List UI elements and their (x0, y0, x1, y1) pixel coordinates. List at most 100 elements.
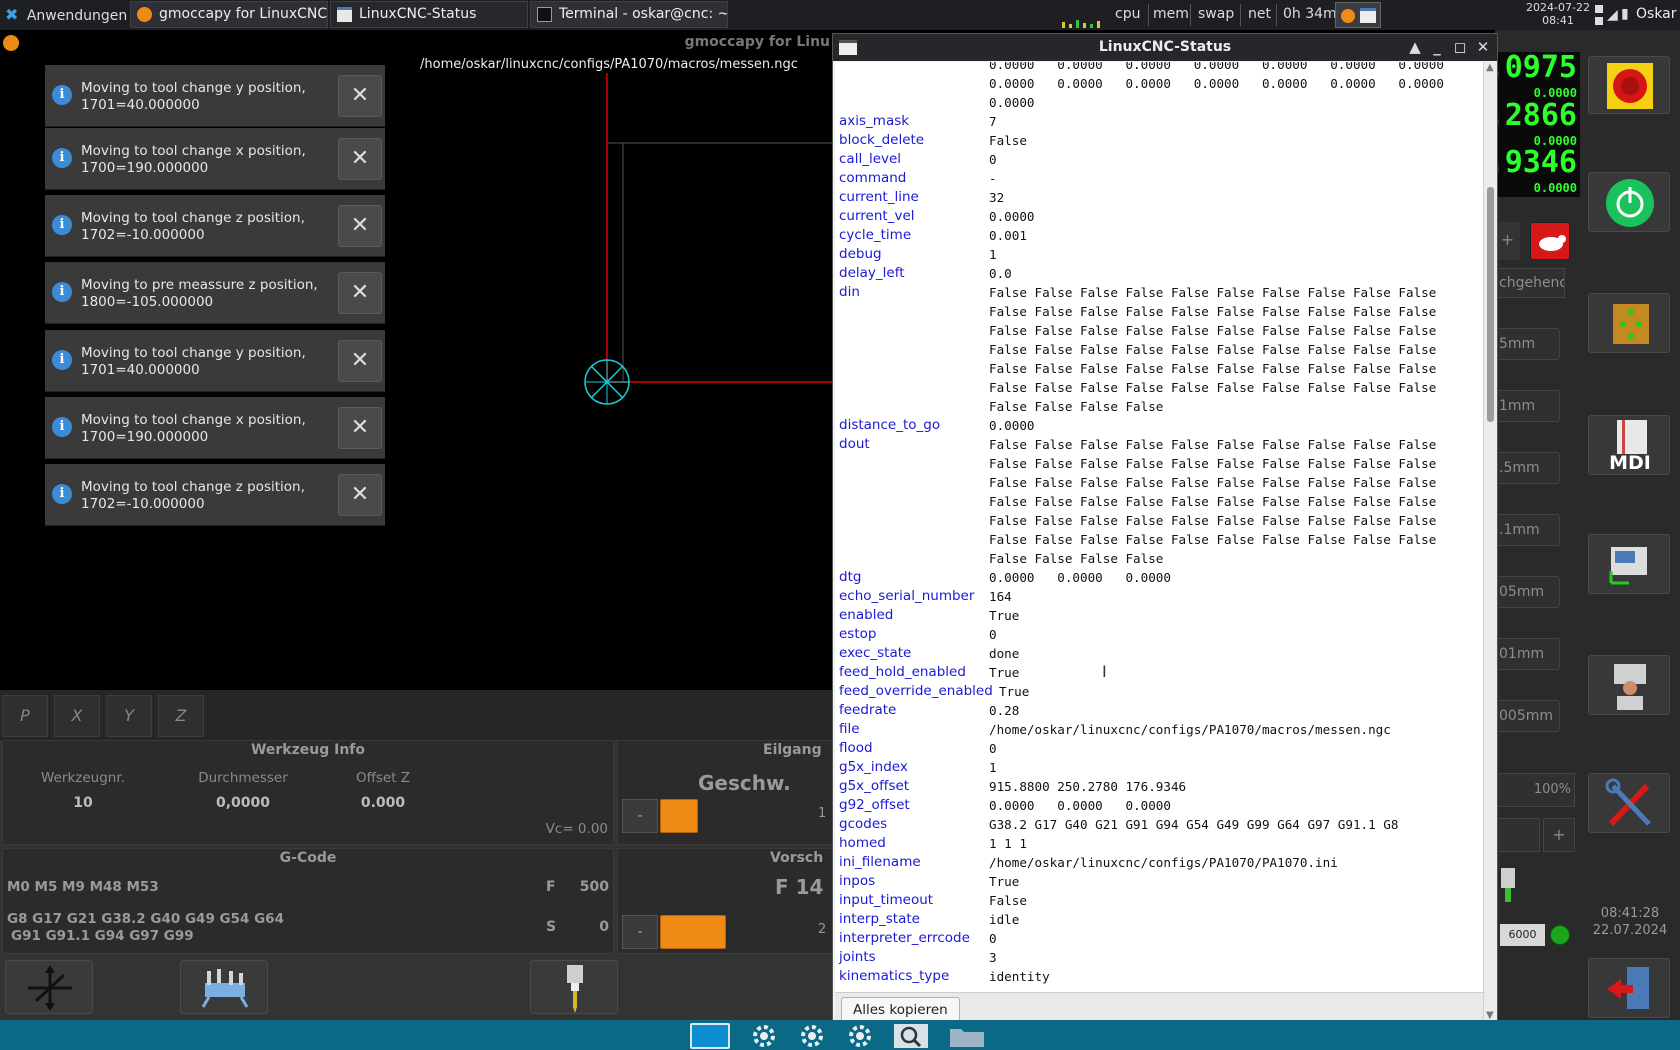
feed-minus-button[interactable]: - (622, 915, 658, 949)
status-key: current_line (839, 189, 919, 205)
scrollbar-thumb[interactable] (1487, 187, 1494, 422)
increment-0005mm-button[interactable]: 005mm (1495, 700, 1560, 732)
applications-menu[interactable]: ✖ Anwendungen (5, 0, 127, 30)
auto-mode-button[interactable] (1588, 534, 1670, 594)
separator (1190, 4, 1191, 26)
task-terminal[interactable]: Terminal - oskar@cnc: ~ (530, 1, 728, 28)
status-key: debug (839, 246, 882, 262)
machine-clock: 08:41:28 22.07.2024 (1580, 905, 1680, 939)
mem-monitor[interactable]: mem (1153, 0, 1189, 30)
top-panel: ✖ Anwendungen gmoccapy for LinuxCNC... L… (0, 0, 1680, 30)
spindle-override-input[interactable] (1495, 818, 1540, 852)
status-key: gcodes (839, 816, 888, 832)
estop-button[interactable] (1588, 56, 1670, 114)
minimize-icon[interactable]: _ (1427, 37, 1447, 57)
power-button[interactable] (1588, 172, 1670, 232)
tool-table-button[interactable] (180, 960, 268, 1014)
status-row: interpreter_errcode 0 (839, 929, 1479, 948)
view-p-button[interactable]: P (2, 695, 48, 737)
status-value: False (989, 133, 1027, 148)
jog-button[interactable] (5, 960, 93, 1014)
turtle-button[interactable] (1530, 222, 1570, 260)
rapid-slider-handle[interactable] (660, 799, 698, 833)
increment-05mm-button[interactable]: .5mm (1495, 452, 1560, 484)
spindle-label: S (546, 919, 557, 935)
cpu-monitor[interactable]: cpu (1115, 0, 1140, 30)
maximize-icon[interactable]: ◻ (1450, 37, 1470, 57)
gear-icon[interactable] (793, 1023, 831, 1049)
tray-icon[interactable] (1595, 17, 1603, 25)
task-gmoccapy[interactable]: gmoccapy for LinuxCNC... (130, 1, 328, 28)
status-value: - (989, 171, 997, 186)
increment-001mm-button[interactable]: 01mm (1495, 638, 1560, 670)
clock[interactable]: 2024-07-22 08:41 (1525, 1, 1591, 27)
gear-icon[interactable] (841, 1023, 879, 1049)
status-value: 0.0000 0.0000 0.0000 (989, 798, 1171, 813)
status-list[interactable]: 0.0000 0.0000 0.0000 0.0000 0.0000 0.000… (835, 62, 1483, 1025)
spindle-button[interactable] (530, 960, 618, 1014)
shade-icon[interactable]: ▲ (1405, 37, 1425, 57)
view-x-button[interactable]: X (54, 695, 100, 737)
status-row: g5x_offset 915.8800 250.2780 176.9346 (839, 777, 1479, 796)
settings-button[interactable] (1588, 655, 1670, 715)
status-scrollbar[interactable]: ▲ ▼ (1483, 62, 1497, 1025)
tools-button[interactable] (1588, 773, 1670, 833)
status-value: 0.0000 (989, 418, 1035, 433)
status-row: interp_state idle (839, 910, 1479, 929)
user-menu[interactable]: Oskar (1636, 6, 1677, 22)
volume-icon[interactable]: ◢ (1607, 7, 1618, 23)
net-monitor[interactable]: net (1248, 0, 1271, 30)
swap-monitor[interactable]: swap (1198, 0, 1234, 30)
manual-mode-button[interactable] (1588, 293, 1670, 353)
status-row: distance_to_go 0.0000 (839, 416, 1479, 435)
status-row: kinematics_type identity (839, 967, 1479, 986)
close-icon[interactable]: ✕ (1473, 37, 1493, 57)
jog-plus-button[interactable]: + (1495, 222, 1520, 260)
mdi-label: MDI (1609, 452, 1651, 474)
desktop-icon[interactable] (690, 1023, 730, 1049)
status-row: gcodes G38.2 G17 G40 G21 G91 G94 G54 G49 … (839, 815, 1479, 834)
network-icon[interactable]: ▮ (1621, 6, 1629, 22)
notification-text: Moving to pre meassure z position, 1800=-… (81, 277, 318, 310)
increment-1mm-button[interactable]: 1mm (1495, 390, 1560, 422)
close-icon[interactable]: ✕ (338, 272, 382, 314)
increment-01mm-button[interactable]: .1mm (1495, 514, 1560, 546)
increment-005mm-button[interactable]: 05mm (1495, 576, 1560, 608)
close-icon[interactable]: ✕ (338, 340, 382, 382)
exit-button[interactable] (1588, 958, 1670, 1018)
rapid-minus-button[interactable]: - (622, 799, 658, 833)
feed-slider-handle[interactable] (660, 915, 726, 949)
mdi-button[interactable]: MDI (1588, 415, 1670, 475)
close-icon[interactable]: ✕ (338, 407, 382, 449)
close-icon[interactable]: ✕ (338, 205, 382, 247)
view-z-button[interactable]: Z (158, 695, 204, 737)
increment-5mm-button[interactable]: 5mm (1495, 328, 1560, 360)
workspace-switcher[interactable] (1335, 2, 1381, 28)
jog-mode-label[interactable]: chgehend (1495, 268, 1565, 298)
view-y-button[interactable]: Y (106, 695, 152, 737)
rabbit-icon (1539, 235, 1566, 251)
close-icon[interactable]: ✕ (338, 474, 382, 516)
status-row: enabled True (839, 606, 1479, 625)
close-icon[interactable]: ✕ (338, 75, 382, 117)
window-icon (337, 7, 352, 22)
folder-icon[interactable] (947, 1023, 987, 1049)
status-row: input_timeout False (839, 891, 1479, 910)
status-row: current_vel 0.0000 (839, 207, 1479, 226)
coolant-icon[interactable] (1495, 863, 1525, 911)
gear-icon[interactable] (745, 1023, 783, 1049)
spindle-plus-button[interactable]: + (1543, 818, 1575, 852)
status-window-titlebar[interactable]: LinuxCNC-Status ▲ _ ◻ ✕ (833, 34, 1497, 61)
search-icon[interactable] (892, 1023, 930, 1049)
task-terminal-label: Terminal - oskar@cnc: ~ (559, 6, 728, 22)
scroll-up-icon[interactable]: ▲ (1486, 62, 1494, 73)
close-icon[interactable]: ✕ (338, 138, 382, 180)
tools-icon (1605, 778, 1651, 827)
status-row: din False False False False False False F… (839, 283, 1479, 416)
status-key: axis_mask (839, 113, 910, 129)
dro-z-dtg: 0.0000 (1533, 181, 1577, 195)
notification: i Moving to pre meassure z position, 1800… (45, 262, 385, 324)
task-linuxcnc-status[interactable]: LinuxCNC-Status (330, 1, 528, 28)
tray-icon[interactable] (1595, 5, 1603, 13)
jog-axes-icon (28, 965, 72, 1011)
